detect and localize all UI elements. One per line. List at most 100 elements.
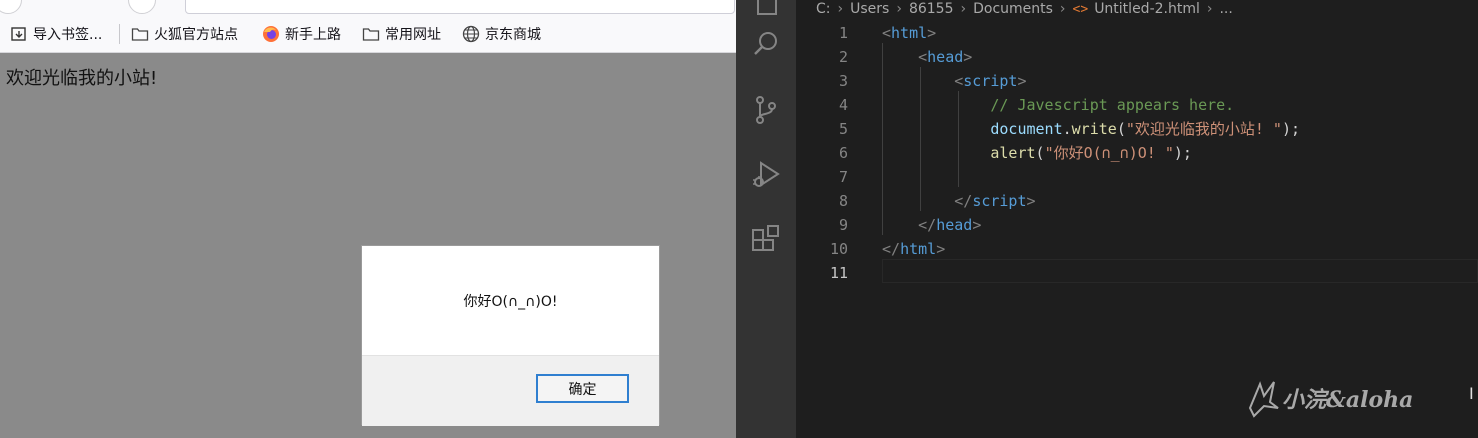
code-token: script — [963, 72, 1018, 90]
vscode-window: C: › Users › 86155 › Documents › <> Unti… — [736, 0, 1478, 438]
code-text: <html> — [882, 21, 936, 45]
search-icon[interactable] — [750, 28, 782, 60]
breadcrumb-item[interactable]: Documents — [973, 1, 1053, 17]
line-number: 10 — [829, 240, 848, 258]
code-line[interactable]: 10 </html> — [796, 237, 1478, 261]
globe-icon — [462, 25, 480, 43]
code-text: </script> — [882, 189, 1036, 213]
bookmark-import[interactable]: 导入书签... — [10, 16, 102, 52]
code-token: "欢迎光临我的小站! " — [1125, 120, 1282, 138]
breadcrumb-item[interactable]: C: — [816, 1, 831, 17]
code-token: > — [1026, 192, 1036, 210]
code-line[interactable]: 4 // Javescript appears here. — [796, 93, 1478, 117]
breadcrumb-item[interactable]: Untitled-2.html — [1094, 1, 1200, 17]
line-number: 2 — [838, 48, 848, 66]
code-token: write — [1071, 120, 1117, 138]
line-number: 1 — [838, 24, 848, 42]
html-file-icon: <> — [1072, 1, 1089, 17]
code-token: html — [900, 240, 937, 258]
code-editor[interactable]: C: › Users › 86155 › Documents › <> Unti… — [796, 0, 1478, 438]
bookmark-common-sites[interactable]: 常用网址 — [362, 16, 441, 52]
code-line[interactable]: 3 <script> — [796, 69, 1478, 93]
code-token: ( — [1035, 144, 1045, 162]
code-line[interactable]: 9 </head> — [796, 213, 1478, 237]
code-token: > — [1017, 72, 1027, 90]
breadcrumb-item[interactable]: ... — [1219, 1, 1232, 17]
bookmark-jd[interactable]: 京东商城 — [462, 16, 541, 52]
chevron-right-icon: › — [1059, 1, 1066, 17]
bookmark-firefox-official[interactable]: 火狐官方站点 — [131, 16, 238, 52]
reload-button[interactable] — [128, 0, 156, 14]
line-number: 9 — [838, 216, 848, 234]
bookmark-label: 新手上路 — [285, 27, 341, 43]
code-token: </ — [918, 216, 937, 234]
code-token: </ — [954, 192, 973, 210]
code-line[interactable]: 6 alert("你好O(∩_∩)O! "); — [796, 141, 1478, 165]
code-token: alert — [990, 144, 1036, 162]
bookmark-label: 常用网址 — [385, 27, 441, 43]
line-number: 5 — [838, 120, 848, 138]
chevron-right-icon: › — [896, 1, 902, 17]
extensions-icon[interactable] — [750, 224, 782, 256]
code-token: ); — [1173, 144, 1192, 162]
line-number: 11 — [829, 264, 848, 282]
browser-toolbar — [0, 0, 736, 16]
code-text: <script> — [882, 69, 1027, 93]
code-token: head — [936, 216, 973, 234]
code-line[interactable]: 8 </script> — [796, 189, 1478, 213]
bookmark-getting-started[interactable]: 新手上路 — [262, 16, 341, 52]
code-token: ( — [1116, 120, 1126, 138]
code-token: > — [927, 24, 937, 42]
code-line[interactable]: 7 — [796, 165, 1478, 189]
code-line[interactable]: 5 document.write("欢迎光临我的小站! "); — [796, 117, 1478, 141]
code-line[interactable]: 2 <head> — [796, 45, 1478, 69]
watermark-logo-icon — [1248, 381, 1279, 418]
line-number: 4 — [838, 96, 848, 114]
code-token: > — [972, 216, 982, 234]
code-token: < — [918, 48, 928, 66]
line-number: 6 — [838, 144, 848, 162]
run-debug-icon[interactable] — [750, 158, 782, 190]
page-text: 欢迎光临我的小站! — [6, 68, 158, 89]
line-number: 3 — [838, 72, 848, 90]
breadcrumb-item[interactable]: 86155 — [909, 1, 954, 17]
folder-icon — [131, 25, 149, 43]
bookmarks-bar: 导入书签... 火狐官方站点 新手上路 常用网址 京东商城 — [0, 16, 736, 53]
ok-button[interactable]: 确定 — [536, 374, 629, 403]
url-bar[interactable] — [185, 0, 735, 14]
code-text: <head> — [882, 45, 972, 69]
code-text: alert("你好O(∩_∩)O! "); — [882, 141, 1192, 165]
code-token: // Javescript appears here. — [990, 96, 1235, 114]
code-token: document — [990, 120, 1063, 138]
code-line[interactable]: 11 — [796, 261, 1478, 285]
code-token: head — [927, 48, 964, 66]
explorer-icon[interactable] — [750, 0, 782, 18]
breadcrumb-item[interactable]: Users — [850, 1, 889, 17]
watermark: 小浣&aloha — [1246, 376, 1468, 420]
code-token: "你好O(∩_∩)O! " — [1044, 144, 1174, 162]
code-token: < — [882, 24, 892, 42]
bookmark-label: 京东商城 — [485, 27, 541, 43]
code-token: </ — [882, 240, 901, 258]
breadcrumb: C: › Users › 86155 › Documents › <> Unti… — [816, 0, 1233, 18]
watermark-text: 小浣&aloha — [1282, 387, 1414, 413]
alert-footer: 确定 — [362, 355, 659, 426]
chevron-right-icon: › — [960, 1, 967, 17]
back-button[interactable] — [0, 0, 22, 14]
alert-message: 你好O(∩_∩)O! — [463, 294, 558, 310]
line-number: 8 — [838, 192, 848, 210]
source-control-icon[interactable] — [750, 94, 782, 126]
firefox-icon — [262, 25, 280, 43]
code-line[interactable]: 1 <html> — [796, 21, 1478, 45]
line-number: 7 — [838, 168, 848, 186]
bookmark-label: 导入书签... — [33, 27, 103, 43]
code-token: script — [972, 192, 1027, 210]
bookmark-separator — [119, 24, 120, 44]
browser-window: 导入书签... 火狐官方站点 新手上路 常用网址 京东商城 欢迎光临我的小站! … — [0, 0, 736, 438]
code-token: > — [936, 240, 946, 258]
code-text: </html> — [882, 237, 945, 261]
